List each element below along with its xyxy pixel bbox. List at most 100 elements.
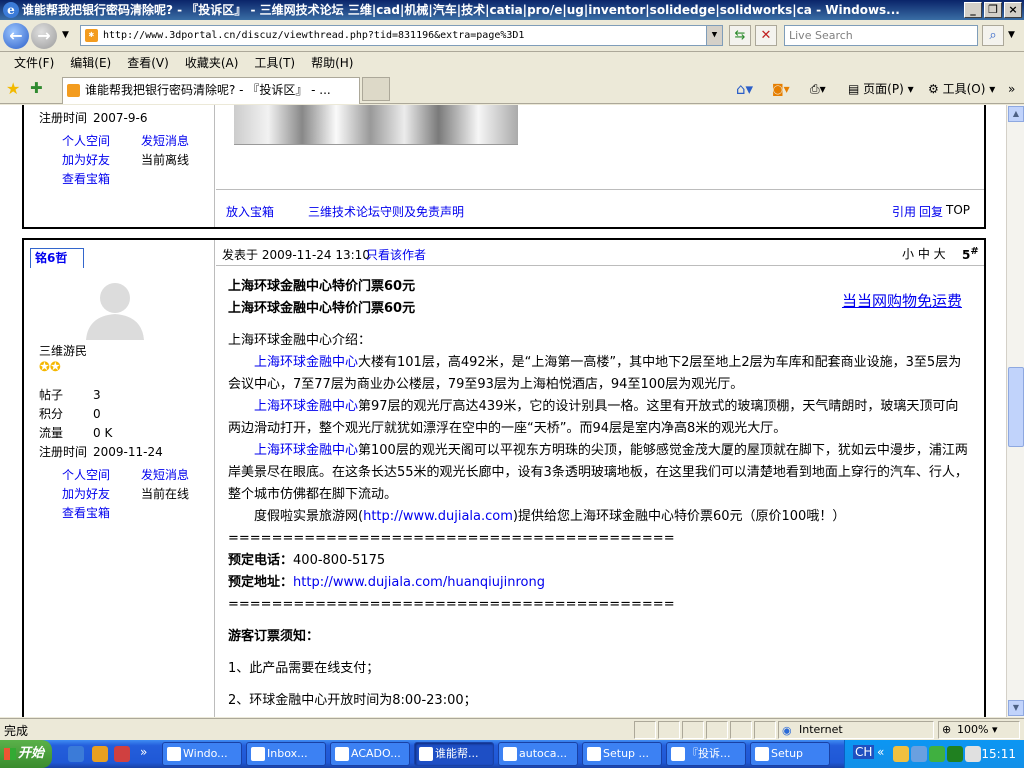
view-treasure-link[interactable]: 查看宝箱 bbox=[62, 504, 110, 521]
tray-expand-icon[interactable]: « bbox=[877, 745, 884, 759]
task-item[interactable]: Inbox... bbox=[246, 742, 326, 766]
scroll-up-icon[interactable]: ▲ bbox=[1008, 106, 1024, 122]
only-author-link[interactable]: 只看该作者 bbox=[366, 246, 426, 263]
booking-link[interactable]: http://www.dujiala.com/huanqiujinrong bbox=[293, 575, 545, 590]
page-menu-label: 页面(P) bbox=[863, 82, 904, 96]
security-zone[interactable]: ◉ Internet bbox=[778, 721, 934, 739]
tray-app-icon[interactable] bbox=[929, 746, 945, 762]
post-previous: 注册时间 2007-9-6 个人空间 发短消息 加为好友 当前离线 查看宝箱 放入… bbox=[22, 105, 986, 229]
phone-row: 预定电话：400-800-5175 bbox=[228, 553, 386, 568]
status-cell bbox=[754, 721, 776, 739]
history-dropdown-icon[interactable]: ▼ bbox=[62, 30, 69, 40]
stat-label: 帖子 bbox=[39, 388, 64, 402]
quicklaunch-more-icon[interactable]: » bbox=[140, 745, 147, 759]
vertical-scrollbar[interactable]: ▲ ▼ bbox=[1006, 105, 1024, 717]
user-space-link[interactable]: 个人空间 bbox=[62, 466, 110, 483]
keyword-link[interactable]: 上海环球金融中心 bbox=[254, 355, 358, 370]
task-item[interactable]: ACADO... bbox=[330, 742, 410, 766]
quicklaunch-ie-icon[interactable] bbox=[68, 746, 84, 762]
menu-tools[interactable]: 工具(T) bbox=[246, 53, 303, 73]
zoom-control[interactable]: ⊕ 100% ▾ bbox=[938, 721, 1020, 739]
author-username[interactable]: 铭6哲 bbox=[30, 248, 84, 268]
tab-current[interactable]: 谁能帮我把银行密码清除呢? - 『投诉区』 - ... bbox=[62, 77, 360, 104]
status-cell bbox=[634, 721, 656, 739]
scroll-thumb[interactable] bbox=[1008, 367, 1024, 447]
url-dropdown-icon[interactable]: ▼ bbox=[706, 26, 722, 45]
print-icon[interactable]: ⎙▾ bbox=[810, 80, 826, 98]
menu-file[interactable]: 文件(F) bbox=[6, 53, 62, 73]
quote-link[interactable]: 引用 bbox=[892, 203, 916, 220]
forward-button[interactable]: → bbox=[31, 23, 57, 49]
quicklaunch-app-icon[interactable] bbox=[92, 746, 108, 762]
tray-app-icon[interactable] bbox=[893, 746, 909, 762]
search-options-dropdown-icon[interactable]: ▼ bbox=[1008, 30, 1015, 40]
post-body: 发表于 2009-11-24 13:10 只看该作者 小 中 大 5# 当当网购… bbox=[216, 240, 984, 717]
status-bar: 完成 ◉ Internet ⊕ 100% ▾ bbox=[0, 718, 1024, 740]
keyword-link[interactable]: 上海环球金融中心 bbox=[254, 399, 358, 414]
home-icon[interactable]: ⌂▾ bbox=[736, 80, 753, 98]
stop-button[interactable]: ✕ bbox=[755, 25, 777, 46]
notice-title: 游客订票须知： bbox=[228, 629, 320, 644]
stat-value: 0 bbox=[93, 407, 101, 421]
menu-help[interactable]: 帮助(H) bbox=[303, 53, 361, 73]
dujiala-link[interactable]: http://www.dujiala.com bbox=[363, 509, 513, 524]
task-icon bbox=[419, 747, 433, 761]
chevron-more-icon[interactable]: » bbox=[1008, 80, 1015, 98]
page-menu-button[interactable]: ▤ 页面(P) ▾ bbox=[848, 80, 914, 98]
restore-button[interactable]: ❐ bbox=[984, 2, 1002, 18]
post-header: 发表于 2009-11-24 13:10 只看该作者 小 中 大 5# bbox=[216, 240, 984, 266]
put-in-box-link[interactable]: 放入宝箱 bbox=[226, 203, 274, 220]
back-button[interactable]: ← bbox=[3, 23, 29, 49]
add-friend-link[interactable]: 加为好友 bbox=[62, 485, 110, 502]
volume-icon[interactable] bbox=[965, 746, 981, 762]
tray-app-icon[interactable] bbox=[911, 746, 927, 762]
top-link[interactable]: TOP bbox=[946, 203, 970, 217]
keyword-link[interactable]: 上海环球金融中心 bbox=[254, 443, 358, 458]
refresh-button[interactable]: ⇆ bbox=[729, 25, 751, 46]
menu-view[interactable]: 查看(V) bbox=[119, 53, 177, 73]
task-label: Inbox... bbox=[267, 747, 308, 760]
task-item[interactable]: Windo... bbox=[162, 742, 242, 766]
task-item[interactable]: Setup bbox=[750, 742, 830, 766]
start-button[interactable]: 开始 bbox=[0, 740, 52, 768]
forum-rules-link[interactable]: 三维技术论坛守则及免责声明 bbox=[308, 203, 464, 220]
search-input[interactable]: Live Search bbox=[784, 25, 978, 46]
new-tab-button[interactable] bbox=[362, 77, 390, 101]
language-icon[interactable]: CH bbox=[853, 745, 875, 759]
favorites-star-icon[interactable]: ★ bbox=[6, 79, 20, 98]
menu-favorites[interactable]: 收藏夹(A) bbox=[177, 53, 247, 73]
user-title: 三维游民 bbox=[39, 344, 88, 358]
address-label: 预定地址 bbox=[228, 575, 281, 590]
window-title-bar[interactable]: e 谁能帮我把银行密码清除呢? - 『投诉区』 - 三维网技术论坛 三维|cad… bbox=[0, 0, 1024, 20]
url-field[interactable]: ✱ http://www.3dportal.cn/discuz/viewthre… bbox=[80, 25, 723, 46]
tab-bar: ★ ✚ 谁能帮我把银行密码清除呢? - 『投诉区』 - ... ⌂▾ ◙▾ ⎙▾… bbox=[0, 74, 1024, 104]
task-item[interactable]: Setup ... bbox=[582, 742, 662, 766]
task-label: Windo... bbox=[183, 747, 228, 760]
task-item[interactable]: 『投诉... bbox=[666, 742, 746, 766]
quicklaunch-app-icon[interactable] bbox=[114, 746, 130, 762]
close-button[interactable]: × bbox=[1004, 2, 1022, 18]
address-row: 预定地址：http://www.dujiala.com/huanqiujinro… bbox=[228, 575, 545, 590]
scroll-down-icon[interactable]: ▼ bbox=[1008, 700, 1024, 716]
user-space-link[interactable]: 个人空间 bbox=[62, 132, 110, 149]
task-icon bbox=[251, 747, 265, 761]
post-floor-5: 铭6哲 三维游民 ✪✪ 帖子 3 积分 0 流量 0 K 注册时间 2009-11-24… bbox=[22, 238, 986, 717]
add-friend-link[interactable]: 加为好友 bbox=[62, 151, 110, 168]
tray-app-icon[interactable] bbox=[947, 746, 963, 762]
task-item[interactable]: autoca... bbox=[498, 742, 578, 766]
stat-label: 注册时间 bbox=[39, 445, 88, 459]
feeds-icon[interactable]: ◙▾ bbox=[772, 80, 790, 98]
task-label: ACADO... bbox=[351, 747, 401, 760]
search-icon[interactable]: ⌕ bbox=[982, 25, 1004, 46]
font-size-switch[interactable]: 小 中 大 bbox=[902, 245, 946, 262]
send-message-link[interactable]: 发短消息 bbox=[141, 466, 189, 483]
task-item-active[interactable]: 谁能帮... bbox=[414, 742, 494, 766]
view-treasure-link[interactable]: 查看宝箱 bbox=[62, 170, 110, 187]
tools-menu-button[interactable]: ⚙ 工具(O) ▾ bbox=[928, 80, 995, 98]
minimize-button[interactable]: _ bbox=[964, 2, 982, 18]
reply-link[interactable]: 回复 bbox=[919, 203, 943, 220]
menu-edit[interactable]: 编辑(E) bbox=[62, 53, 119, 73]
add-favorite-icon[interactable]: ✚ bbox=[30, 79, 43, 97]
gear-icon: ⚙ bbox=[928, 82, 939, 96]
send-message-link[interactable]: 发短消息 bbox=[141, 132, 189, 149]
